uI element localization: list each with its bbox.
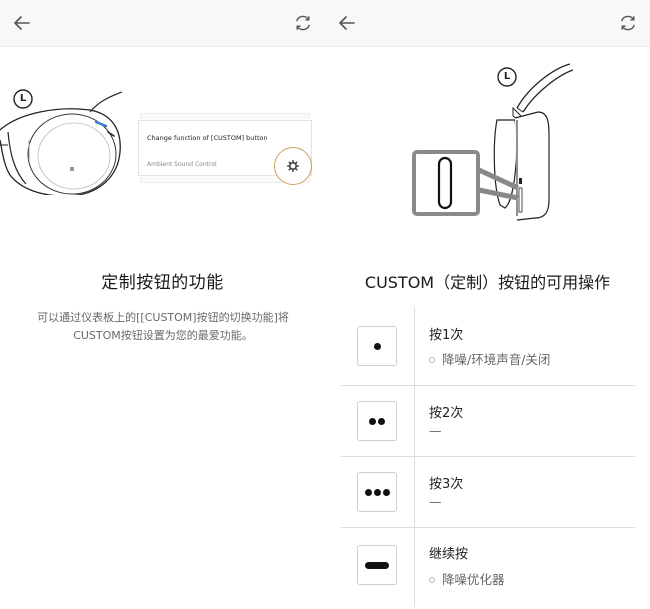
refresh-button[interactable] [618,13,638,33]
operation-action: 继续按 [429,547,469,562]
press-and-hold-icon [357,545,397,585]
left-panel: L Change function of [CUSTOM] button Amb… [0,0,325,609]
left-toolbar [0,0,325,47]
arrow-left-icon [339,16,355,30]
dashboard-card-edge [140,113,310,119]
side-badge-label: L [503,71,511,82]
back-button[interactable] [12,13,32,33]
back-button[interactable] [337,13,357,33]
side-badge-label: L [19,93,27,104]
dashboard-item-title: Change function of [CUSTOM] button [147,134,268,142]
gear-icon [287,160,299,172]
single-press-icon [357,326,397,366]
operation-action: 按3次 [429,477,464,492]
result-bullet [429,577,435,583]
settings-button-highlight[interactable] [274,147,312,185]
operation-result: 降噪优化器 [413,569,505,588]
table-row: 按3次 — [341,457,635,528]
page-title: 定制按钮的功能 [101,273,224,293]
triple-press-icon [357,472,397,512]
arrow-left-icon [14,16,30,30]
dashboard-item-value: Ambient Sound Control [147,161,217,168]
operation-result: — [429,423,442,438]
operation-action: 按2次 [429,406,464,421]
table-row: 按2次 — [341,386,635,457]
operation-action: 按1次 [429,328,464,343]
right-toolbar [325,0,650,47]
section-title: CUSTOM（定制）按钮的可用操作 [364,273,611,292]
table-row: 继续按 降噪优化器 [341,528,635,608]
double-press-icon [357,401,397,441]
right-panel: L CUSTOM（定制）按钮的可用操作 按1次 降噪/环境声音/关闭 按2次 — [325,0,650,609]
result-bullet [429,357,435,363]
operation-result: — [429,494,442,509]
operation-result: 降噪/环境声音/关闭 [413,349,550,368]
table-row: 按1次 降噪/环境声音/关闭 [341,307,635,386]
refresh-button[interactable] [293,13,313,33]
headphone-button-illustration [412,63,574,221]
page-description: 可以通过仪表板上的[[CUSTOM]按钮的切换功能]将CUSTOM按钮设置为您的… [37,311,289,342]
refresh-icon [621,15,635,31]
refresh-icon [296,15,310,31]
